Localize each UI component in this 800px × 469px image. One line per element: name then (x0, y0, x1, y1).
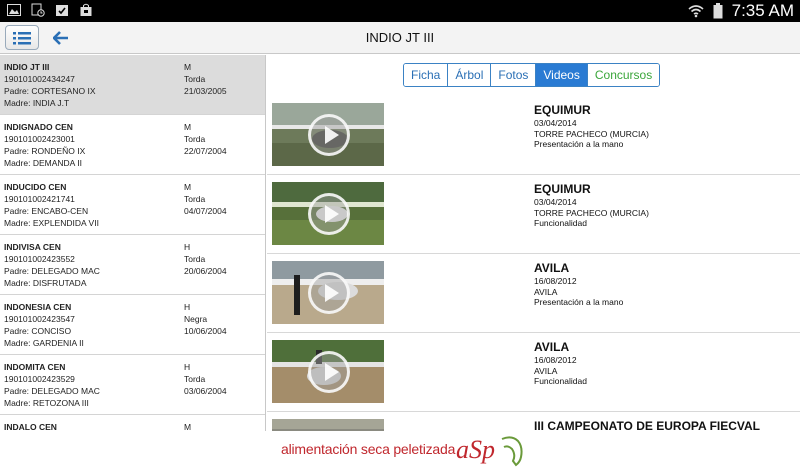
play-icon (308, 272, 350, 314)
horse-list-item[interactable]: INDONESIA CEN 190101002423547 Padre: CON… (0, 295, 265, 355)
clock: 7:35 AM (731, 1, 794, 20)
ad-banner[interactable]: alimentación seca peletizada aSp (0, 431, 800, 469)
video-list-item[interactable]: EQUIMUR 03/04/2014 TORRE PACHECO (MURCIA… (267, 96, 800, 175)
video-thumbnail[interactable] (272, 261, 384, 324)
horse-sex: M (184, 122, 192, 132)
video-location: AVILA (534, 286, 558, 297)
tab-fotos[interactable]: Fotos (491, 64, 537, 86)
horse-dam: Madre: RETOZONA III (4, 398, 89, 408)
horse-list-item[interactable]: INDIVISA CEN 190101002423552 Padre: DELE… (0, 235, 265, 295)
horse-dam: Madre: DISFRUTADA (4, 278, 87, 288)
video-date: 16/08/2012 (534, 276, 577, 286)
horse-sex: H (184, 242, 191, 252)
video-event-title: AVILA (534, 340, 570, 354)
detail-panel: Ficha Árbol Fotos Videos Concursos EQUIM… (267, 55, 800, 431)
horse-list-item[interactable]: INDUCIDO CEN 190101002421741 Padre: ENCA… (0, 175, 265, 235)
horse-birthdate: 10/06/2004 (184, 326, 227, 336)
horse-list-item[interactable]: INDALO CEN M (0, 415, 265, 431)
video-date: 03/04/2014 (534, 197, 577, 207)
tab-videos[interactable]: Videos (536, 64, 588, 86)
video-event-title: EQUIMUR (534, 103, 591, 117)
page-title: INDIO JT III (365, 30, 435, 45)
shopping-bag-icon (78, 2, 94, 18)
horse-coat: Negra (184, 314, 208, 324)
ad-text: alimentación seca peletizada (281, 441, 456, 457)
video-location: TORRE PACHECO (MURCIA) (534, 128, 649, 139)
tab-arbol[interactable]: Árbol (448, 64, 492, 86)
video-list-item[interactable]: EQUIMUR 03/04/2014 TORRE PACHECO (MURCIA… (267, 175, 800, 254)
video-date: 16/08/2012 (534, 355, 577, 365)
video-thumbnail[interactable] (272, 103, 384, 166)
horse-sex: M (184, 62, 192, 72)
notification-icons (6, 2, 94, 18)
play-icon (308, 114, 350, 156)
video-event-title: EQUIMUR (534, 182, 591, 196)
horse-coat: Torda (184, 194, 206, 204)
play-icon (308, 193, 350, 235)
video-list-item[interactable]: III CAMPEONATO DE EUROPA FIECVAL (267, 412, 800, 431)
video-date: 03/04/2014 (534, 118, 577, 128)
video-list-item[interactable]: AVILA 16/08/2012 AVILA Presentación a la… (267, 254, 800, 333)
task-complete-icon (54, 2, 70, 18)
horse-sex: M (184, 422, 192, 431)
horse-dam: Madre: DEMANDA II (4, 158, 82, 168)
tab-ficha[interactable]: Ficha (404, 64, 449, 86)
video-event-title: AVILA (534, 261, 570, 275)
video-location: TORRE PACHECO (MURCIA) (534, 207, 649, 218)
video-category: Funcionalidad (534, 376, 587, 386)
segmented-tabs: Ficha Árbol Fotos Videos Concursos (403, 63, 661, 87)
horse-dam: Madre: GARDENIA II (4, 338, 84, 348)
list-icon (13, 31, 31, 44)
horse-coat: Torda (184, 74, 206, 84)
horse-dam: Madre: EXPLENDIDA VII (4, 218, 99, 228)
gallery-icon (6, 2, 22, 18)
video-event-title: III CAMPEONATO DE EUROPA FIECVAL (534, 419, 761, 431)
tab-concursos[interactable]: Concursos (587, 64, 660, 86)
list-menu-button[interactable] (5, 25, 39, 50)
horse-coat: Torda (184, 254, 206, 264)
battery-icon (710, 3, 726, 19)
video-thumbnail[interactable] (272, 182, 384, 245)
wifi-icon (688, 3, 704, 19)
horse-head-icon (501, 436, 523, 467)
horse-list-item[interactable]: INDIGNADO CEN 190101002423001 Padre: RON… (0, 115, 265, 175)
horse-coat: Torda (184, 374, 206, 384)
video-list: EQUIMUR 03/04/2014 TORRE PACHECO (MURCIA… (267, 96, 800, 431)
horse-dam: Madre: INDIA J.T (4, 98, 70, 108)
horse-sex: M (184, 182, 192, 192)
video-location: AVILA (534, 365, 558, 376)
download-icon (30, 2, 46, 18)
horse-birthdate: 21/03/2005 (184, 86, 227, 96)
video-thumbnail[interactable] (272, 419, 384, 431)
horse-birthdate: 20/06/2004 (184, 266, 227, 276)
arrow-left-icon (53, 31, 68, 45)
app-bar: INDIO JT III (0, 22, 800, 54)
horse-list[interactable]: INDIO JT III 190101002434247 Padre: CORT… (0, 55, 266, 431)
back-button[interactable] (50, 27, 72, 49)
status-bar: 7:35 AM (0, 0, 800, 22)
video-category: Presentación a la mano (534, 139, 624, 149)
horse-list-item[interactable]: INDOMITA CEN 190101002423529 Padre: DELE… (0, 355, 265, 415)
video-thumbnail[interactable] (272, 340, 384, 403)
horse-name: INDALO CEN (4, 422, 57, 431)
play-icon (308, 351, 350, 393)
horse-birthdate: 22/07/2004 (184, 146, 227, 156)
video-list-item[interactable]: AVILA 16/08/2012 AVILA Funcionalidad (267, 333, 800, 412)
ad-logo: aSp (456, 435, 495, 464)
horse-birthdate: 04/07/2004 (184, 206, 227, 216)
video-category: Presentación a la mano (534, 297, 624, 307)
horse-coat: Torda (184, 134, 206, 144)
video-category: Funcionalidad (534, 218, 587, 228)
horse-sex: H (184, 362, 191, 372)
horse-list-item[interactable]: INDIO JT III 190101002434247 Padre: CORT… (0, 55, 265, 115)
horse-sex: H (184, 302, 191, 312)
horse-birthdate: 03/06/2004 (184, 386, 227, 396)
